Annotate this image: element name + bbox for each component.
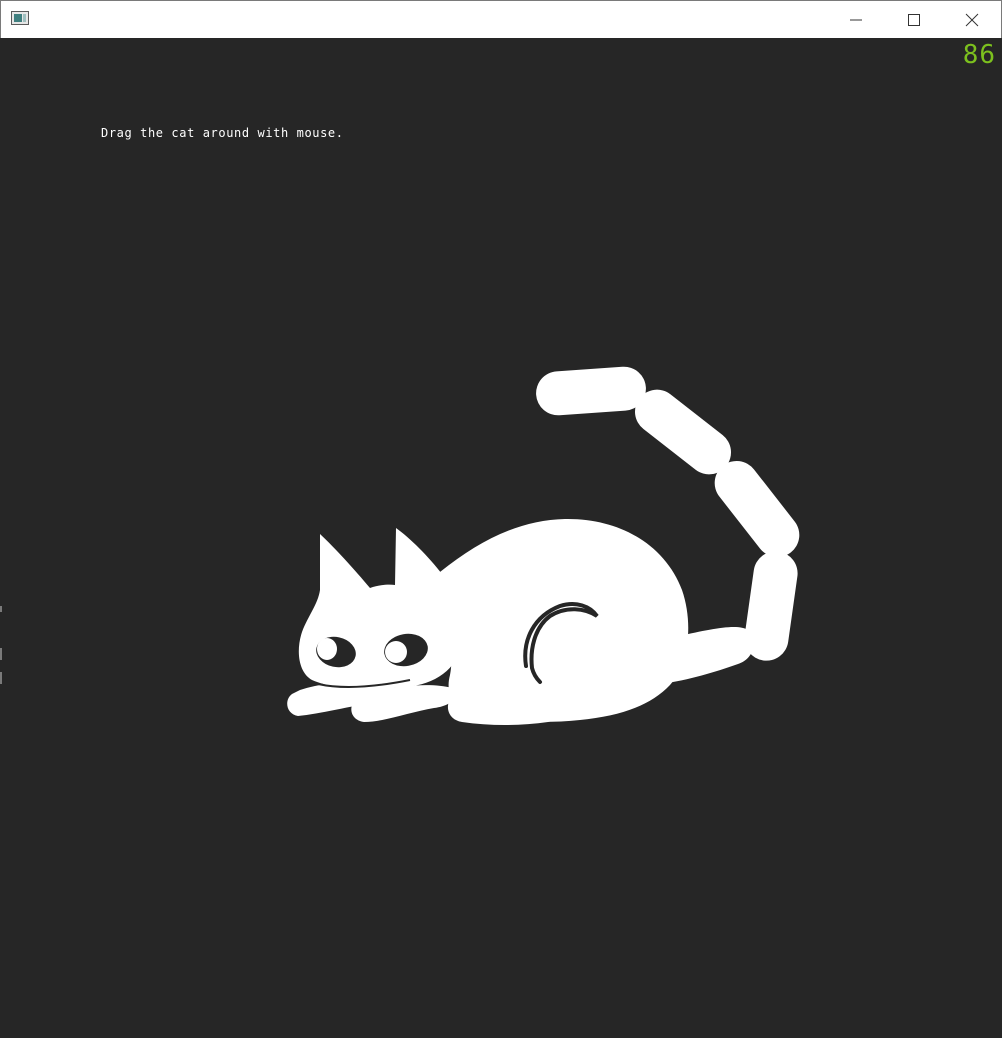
minimize-button[interactable] (827, 1, 885, 38)
title-bar[interactable] (0, 0, 1002, 38)
cat-tail-segment[interactable] (535, 365, 648, 417)
app-window: 86 Drag the cat around with mouse. (0, 0, 1002, 1038)
maximize-icon (908, 14, 920, 26)
maximize-button[interactable] (885, 1, 943, 38)
window-edge-mark (0, 606, 2, 612)
close-button[interactable] (943, 1, 1001, 38)
window-edge-mark (0, 672, 2, 684)
cat-scene (287, 365, 808, 725)
game-canvas[interactable]: 86 Drag the cat around with mouse. (0, 38, 1002, 1038)
window-edge-mark (0, 648, 2, 660)
draggable-cat[interactable] (287, 365, 808, 725)
cat-back-paw[interactable] (447, 683, 569, 725)
cat-head[interactable] (298, 528, 463, 689)
app-window-icon[interactable] (11, 11, 29, 25)
minimize-icon (850, 19, 862, 21)
cat-tail-segment[interactable] (706, 452, 808, 566)
close-icon (965, 13, 979, 27)
